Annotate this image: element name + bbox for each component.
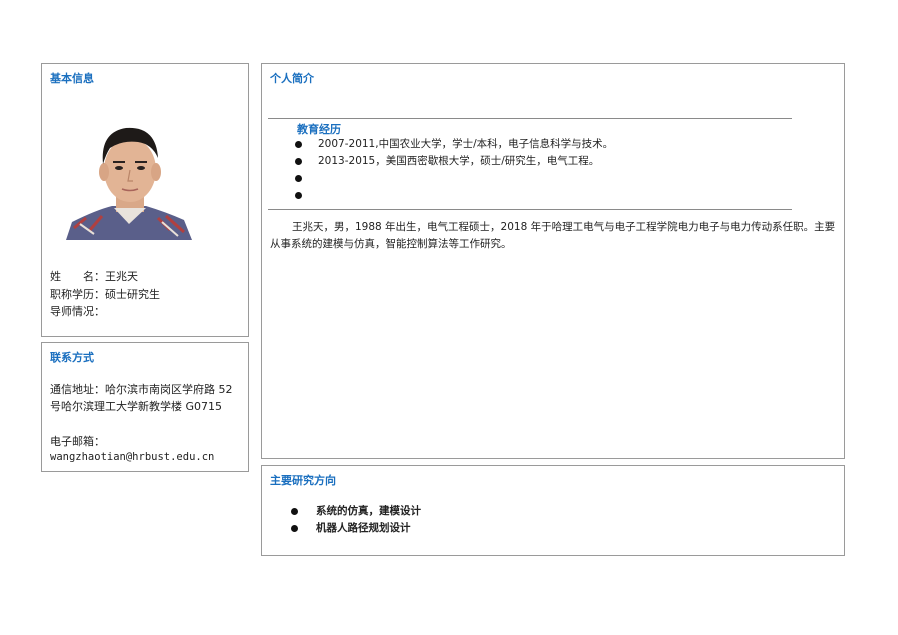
bullet-icon [291, 508, 298, 515]
education-item: 2013-2015，美国西密歇根大学，硕士/研究生，电气工程。 [292, 153, 613, 170]
intro-title: 个人简介 [270, 72, 314, 85]
name-value: 王兆天 [105, 270, 138, 283]
address-field: 通信地址：哈尔滨市南岗区学府路 52号哈尔滨理工大学新教学楼 G0715 [50, 381, 242, 415]
email-value[interactable]: wangzhaotian@hrbust.edu.cn [50, 451, 214, 463]
basic-info-panel: 基本信息 姓 名：王兆天 职称学历：硕士研究生 导师情况： [41, 63, 249, 337]
research-title: 主要研究方向 [270, 474, 336, 487]
email-label: 电子邮箱： [50, 435, 105, 448]
bullet-icon [295, 192, 302, 199]
education-item [292, 170, 613, 187]
education-item [292, 187, 613, 204]
divider-top [268, 118, 792, 119]
education-title: 教育经历 [297, 123, 341, 136]
research-item: 机器人路径规划设计 [288, 520, 421, 537]
bio-text: 王兆天，男，1988 年出生，电气工程硕士，2018 年于哈理工电气与电子工程学… [270, 221, 836, 250]
degree-field: 职称学历：硕士研究生 [50, 286, 160, 302]
bullet-icon [295, 158, 302, 165]
profile-photo [66, 118, 192, 240]
education-list: 2007-2011,中国农业大学，学士/本科，电子信息科学与技术。 2013-2… [292, 136, 613, 204]
bullet-icon [295, 141, 302, 148]
portrait-image [66, 118, 192, 240]
advisor-label: 导师情况： [50, 305, 105, 318]
degree-value: 硕士研究生 [105, 288, 160, 301]
divider-bottom [268, 209, 792, 210]
advisor-field: 导师情况： [50, 303, 105, 319]
education-item: 2007-2011,中国农业大学，学士/本科，电子信息科学与技术。 [292, 136, 613, 153]
research-item: 系统的仿真，建模设计 [288, 503, 421, 520]
contact-panel: 联系方式 通信地址：哈尔滨市南岗区学府路 52号哈尔滨理工大学新教学楼 G071… [41, 342, 249, 472]
degree-label: 职称学历： [50, 288, 105, 301]
research-panel: 主要研究方向 系统的仿真，建模设计 机器人路径规划设计 [261, 465, 845, 556]
name-field: 姓 名：王兆天 [50, 268, 138, 284]
profile-intro-panel: 个人简介 教育经历 2007-2011,中国农业大学，学士/本科，电子信息科学与… [261, 63, 845, 459]
name-label: 姓 名： [50, 270, 105, 283]
basic-info-title: 基本信息 [50, 72, 94, 85]
research-list: 系统的仿真，建模设计 机器人路径规划设计 [288, 503, 421, 537]
contact-title: 联系方式 [50, 351, 94, 364]
bullet-icon [291, 525, 298, 532]
address-label: 通信地址： [50, 383, 105, 396]
bullet-icon [295, 175, 302, 182]
